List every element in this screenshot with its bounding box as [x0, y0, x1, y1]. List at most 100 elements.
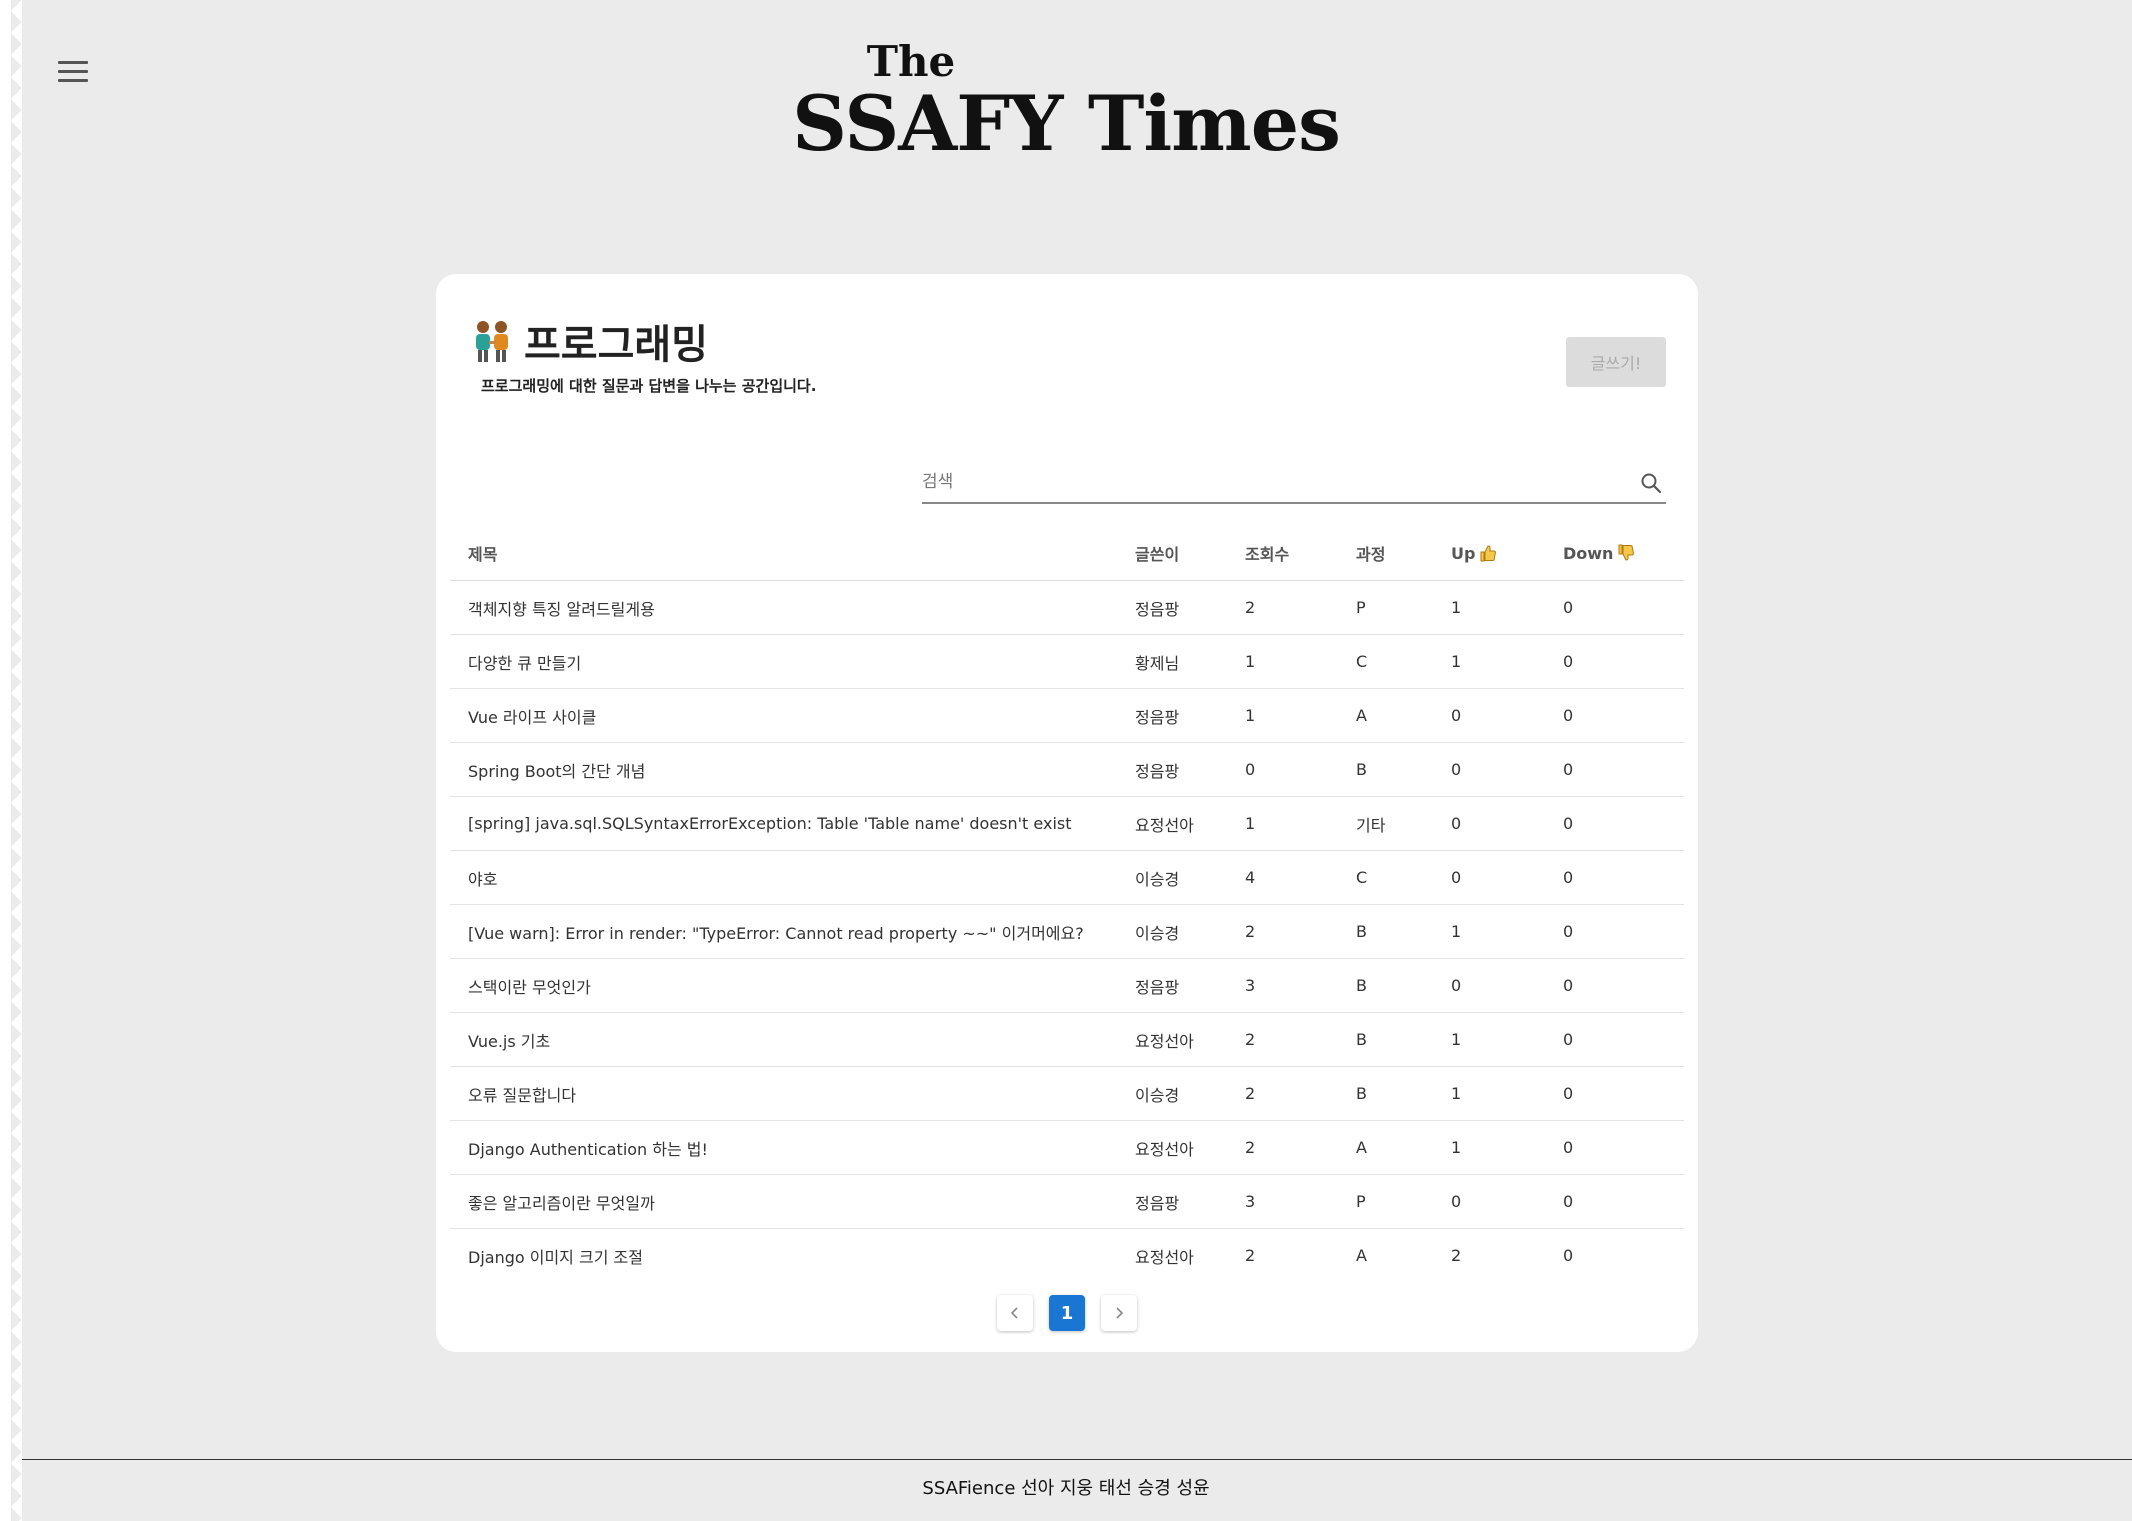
- post-views: 3: [1227, 958, 1338, 1013]
- post-up-count: 1: [1433, 1120, 1545, 1175]
- post-up-count: 0: [1433, 850, 1545, 905]
- post-down-count: 0: [1545, 958, 1684, 1013]
- post-down-count: 0: [1545, 1066, 1684, 1121]
- thumbs-down-icon: [1617, 544, 1635, 562]
- post-title[interactable]: 다양한 큐 만들기: [450, 634, 1117, 689]
- post-title[interactable]: 좋은 알고리즘이란 무엇일까: [450, 1174, 1117, 1229]
- post-up-count: 0: [1433, 796, 1545, 851]
- post-down-count: 0: [1545, 1174, 1684, 1229]
- post-title[interactable]: 야호: [450, 850, 1117, 905]
- table-row[interactable]: [Vue warn]: Error in render: "TypeError:…: [450, 904, 1684, 959]
- header-course[interactable]: 과정: [1338, 526, 1433, 581]
- write-button[interactable]: 글쓰기!: [1566, 337, 1666, 387]
- site-logo[interactable]: The SSAFY Times: [0, 40, 2132, 164]
- search-bar: [922, 468, 1666, 504]
- post-views: 1: [1227, 796, 1338, 851]
- post-course: B: [1338, 1066, 1433, 1121]
- header-views[interactable]: 조회수: [1227, 526, 1338, 581]
- post-course: B: [1338, 958, 1433, 1013]
- post-author: 요정선아: [1117, 1120, 1227, 1175]
- post-title[interactable]: Spring Boot의 간단 개념: [450, 742, 1117, 797]
- post-up-count: 1: [1433, 1012, 1545, 1067]
- table-row[interactable]: 다양한 큐 만들기 황제님 1 C 1 0: [450, 634, 1684, 689]
- post-down-count: 0: [1563, 1246, 1574, 1265]
- post-author: 요정선아: [1117, 1012, 1227, 1067]
- post-up-count: 0: [1433, 688, 1545, 743]
- post-views: 2: [1227, 1120, 1338, 1175]
- post-down-count: 0: [1545, 850, 1684, 905]
- post-up-count: 0: [1433, 958, 1545, 1013]
- footer-divider: [22, 1459, 2132, 1460]
- posts-table: 제목 글쓴이 조회수 과정 Up Down 객체지향 특징 알려드릴게용 정음팡 2…: [450, 526, 1684, 1282]
- post-views: 2: [1245, 1246, 1256, 1265]
- table-row[interactable]: [spring] java.sql.SQLSyntaxErrorExceptio…: [450, 796, 1684, 851]
- post-course: A: [1338, 1120, 1433, 1175]
- post-title[interactable]: Django Authentication 하는 법!: [450, 1120, 1117, 1175]
- post-course: A: [1356, 1246, 1367, 1265]
- post-author: 정음팡: [1117, 580, 1227, 635]
- board-heading: 프로그래밍: [472, 312, 708, 370]
- post-author: 황제님: [1117, 634, 1227, 689]
- table-row[interactable]: Django 이미지 크기 조절 요정선아 2 A 2 0: [450, 1229, 1684, 1283]
- post-down-count: 0: [1545, 1012, 1684, 1067]
- table-row[interactable]: 객체지향 특징 알려드릴게용 정음팡 2 P 1 0: [450, 580, 1684, 635]
- post-title[interactable]: 객체지향 특징 알려드릴게용: [450, 580, 1117, 635]
- post-author: 이승경: [1117, 1066, 1227, 1121]
- header-up[interactable]: Up: [1433, 526, 1545, 581]
- post-views: 3: [1227, 1174, 1338, 1229]
- logo-the: The: [866, 37, 956, 86]
- table-row[interactable]: 오류 질문합니다 이승경 2 B 1 0: [450, 1066, 1684, 1121]
- table-row[interactable]: Vue.js 기초 요정선아 2 B 1 0: [450, 1012, 1684, 1067]
- chevron-right-icon: [1116, 1307, 1124, 1319]
- post-views: 1: [1227, 688, 1338, 743]
- logo-name: SSAFY Times: [792, 79, 1341, 168]
- search-input[interactable]: [922, 468, 1622, 496]
- header-author[interactable]: 글쓴이: [1117, 526, 1227, 581]
- search-icon[interactable]: [1640, 472, 1662, 494]
- table-row[interactable]: 스택이란 무엇인가 정음팡 3 B 0 0: [450, 958, 1684, 1013]
- post-title[interactable]: [spring] java.sql.SQLSyntaxErrorExceptio…: [450, 796, 1117, 851]
- pagination: 1: [436, 1295, 1698, 1331]
- footer-credits: SSAFience 선아 지웅 태선 승경 성윤: [922, 1478, 1210, 1499]
- post-title[interactable]: 스택이란 무엇인가: [450, 958, 1117, 1013]
- header-down-label: Down: [1563, 543, 1614, 563]
- post-views: 2: [1227, 1066, 1338, 1121]
- board-description: 프로그래밍에 대한 질문과 답변을 나누는 공간입니다.: [481, 377, 817, 395]
- post-author: 요정선아: [1135, 1247, 1194, 1267]
- post-views: 2: [1227, 580, 1338, 635]
- post-up-count: 1: [1433, 580, 1545, 635]
- page-button-current[interactable]: 1: [1049, 1295, 1085, 1331]
- post-title[interactable]: Django 이미지 크기 조절: [450, 1229, 1117, 1283]
- post-author: 이승경: [1117, 850, 1227, 905]
- prev-page-button[interactable]: [997, 1295, 1033, 1331]
- post-up-count: 1: [1433, 634, 1545, 689]
- post-author: 정음팡: [1117, 688, 1227, 743]
- post-course: A: [1338, 688, 1433, 743]
- post-title[interactable]: Vue 라이프 사이클: [450, 688, 1117, 743]
- page-edge-decoration: [0, 0, 22, 1521]
- post-course: B: [1338, 1012, 1433, 1067]
- post-author: 이승경: [1117, 904, 1227, 959]
- post-course: 기타: [1338, 796, 1433, 851]
- table-row[interactable]: 야호 이승경 4 C 0 0: [450, 850, 1684, 905]
- post-views: 2: [1227, 904, 1338, 959]
- post-up-count: 1: [1433, 904, 1545, 959]
- next-page-button[interactable]: [1101, 1295, 1137, 1331]
- post-title[interactable]: [Vue warn]: Error in render: "TypeError:…: [450, 904, 1117, 959]
- post-title[interactable]: Vue.js 기초: [450, 1012, 1117, 1067]
- post-author: 정음팡: [1117, 742, 1227, 797]
- table-row[interactable]: Spring Boot의 간단 개념 정음팡 0 B 0 0: [450, 742, 1684, 797]
- board-card: 프로그래밍 프로그래밍에 대한 질문과 답변을 나누는 공간입니다. 글쓰기! …: [436, 274, 1698, 1352]
- thumbs-up-icon: [1479, 544, 1497, 562]
- post-author: 요정선아: [1117, 796, 1227, 851]
- post-course: P: [1338, 1174, 1433, 1229]
- post-down-count: 0: [1545, 904, 1684, 959]
- post-down-count: 0: [1545, 1120, 1684, 1175]
- table-row[interactable]: Django Authentication 하는 법! 요정선아 2 A 1 0: [450, 1120, 1684, 1175]
- header-down[interactable]: Down: [1545, 526, 1684, 581]
- chevron-left-icon: [1010, 1307, 1018, 1319]
- table-row[interactable]: 좋은 알고리즘이란 무엇일까 정음팡 3 P 0 0: [450, 1174, 1684, 1229]
- header-title[interactable]: 제목: [450, 526, 1117, 581]
- table-row[interactable]: Vue 라이프 사이클 정음팡 1 A 0 0: [450, 688, 1684, 743]
- post-title[interactable]: 오류 질문합니다: [450, 1066, 1117, 1121]
